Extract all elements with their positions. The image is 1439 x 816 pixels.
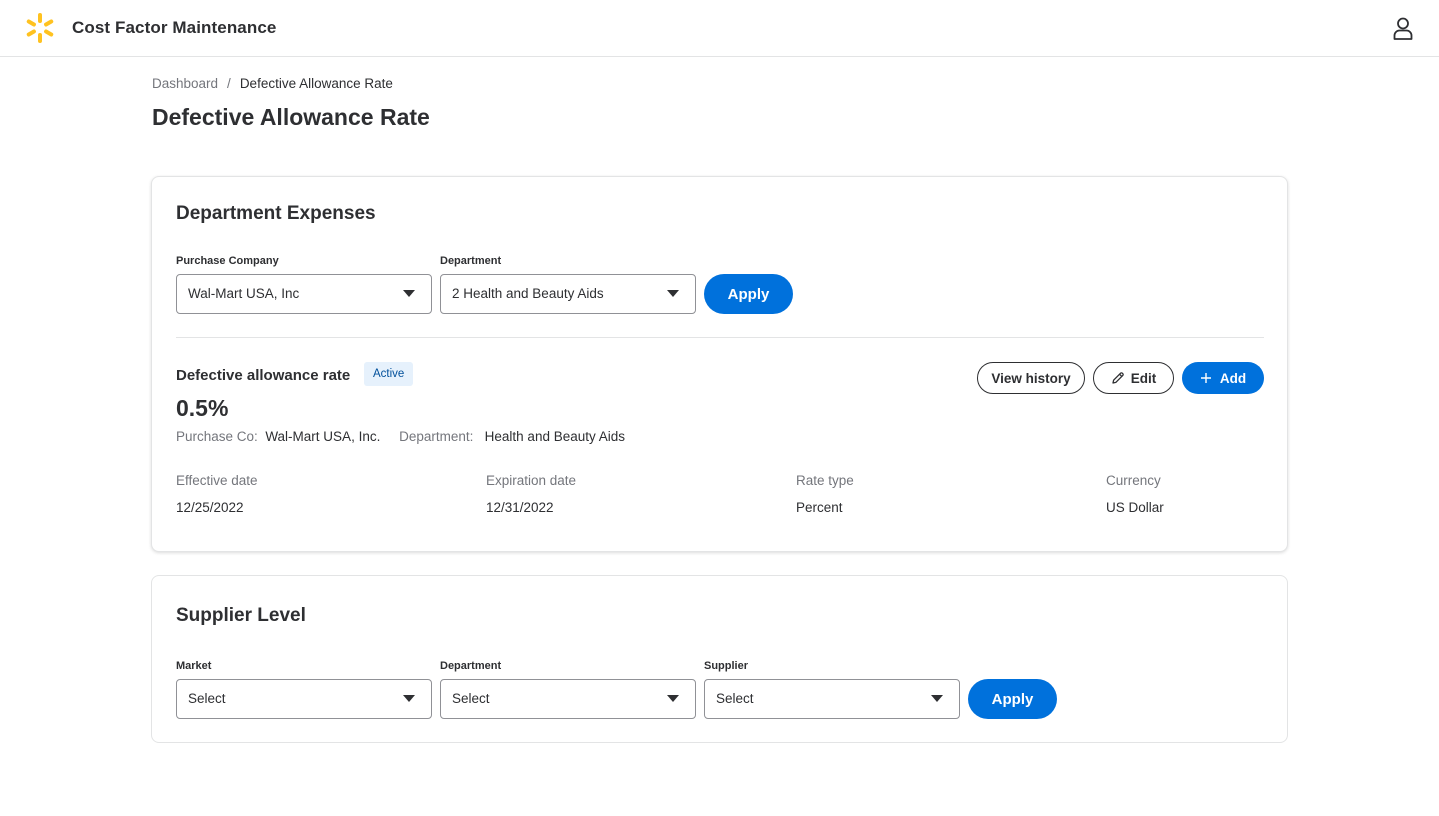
caret-down-icon: [403, 695, 415, 702]
detail-currency: Currency US Dollar: [1106, 473, 1266, 515]
market-select[interactable]: Select: [176, 679, 432, 719]
department-expenses-card: Department Expenses Purchase Company Wal…: [151, 176, 1288, 552]
detail-label: Effective date: [176, 473, 258, 488]
department-apply-button[interactable]: Apply: [704, 274, 793, 314]
top-bar: Cost Factor Maintenance: [0, 0, 1439, 57]
detail-label: Rate type: [796, 473, 854, 488]
rate-meta: Purchase Co: Wal-Mart USA, Inc. Departme…: [176, 429, 625, 444]
page-title: Defective Allowance Rate: [152, 104, 430, 130]
pencil-icon: [1112, 372, 1124, 384]
caret-down-icon: [667, 695, 679, 702]
edit-button[interactable]: Edit: [1093, 362, 1174, 394]
department-value: 2 Health and Beauty Aids: [452, 286, 604, 301]
detail-rate-type: Rate type Percent: [796, 473, 1096, 515]
view-history-button[interactable]: View history: [977, 362, 1085, 394]
meta-department-label: Department:: [399, 429, 474, 444]
detail-value: 12/25/2022: [176, 500, 244, 515]
purchase-co-label: Purchase Co:: [176, 429, 258, 444]
spark-logo-icon[interactable]: [24, 12, 56, 44]
supplier-label: Supplier: [704, 660, 749, 672]
supplier-department-value: Select: [452, 691, 490, 706]
purchase-company-select[interactable]: Wal-Mart USA, Inc: [176, 274, 432, 314]
detail-value: Percent: [796, 500, 843, 515]
detail-effective-date: Effective date 12/25/2022: [176, 473, 476, 515]
rate-value: 0.5%: [176, 395, 229, 421]
market-value: Select: [188, 691, 226, 706]
caret-down-icon: [403, 290, 415, 297]
supplier-apply-button[interactable]: Apply: [968, 679, 1057, 719]
breadcrumb-separator: /: [227, 76, 231, 91]
detail-label: Expiration date: [486, 473, 577, 488]
purchase-co-value: Wal-Mart USA, Inc.: [265, 429, 381, 444]
caret-down-icon: [667, 290, 679, 297]
purchase-company-value: Wal-Mart USA, Inc: [188, 286, 300, 301]
plus-icon: [1200, 373, 1211, 383]
supplier-value: Select: [716, 691, 754, 706]
breadcrumb-dashboard-link[interactable]: Dashboard: [152, 76, 218, 91]
add-button[interactable]: Add: [1182, 362, 1264, 394]
status-badge: Active: [364, 362, 414, 386]
divider: [176, 337, 1264, 338]
detail-value: 12/31/2022: [486, 500, 554, 515]
breadcrumb-current: Defective Allowance Rate: [239, 76, 393, 91]
app-title: Cost Factor Maintenance: [72, 18, 277, 37]
supplier-department-label: Department: [440, 660, 502, 672]
department-expenses-title: Department Expenses: [176, 203, 376, 224]
detail-expiration-date: Expiration date 12/31/2022: [486, 473, 786, 515]
edit-label: Edit: [1130, 370, 1157, 386]
view-history-label: View history: [991, 370, 1071, 386]
breadcrumb: Dashboard / Defective Allowance Rate: [152, 76, 393, 91]
purchase-company-label: Purchase Company: [176, 255, 279, 267]
department-select[interactable]: 2 Health and Beauty Aids: [440, 274, 696, 314]
supplier-level-title: Supplier Level: [176, 605, 306, 626]
supplier-select[interactable]: Select: [704, 679, 960, 719]
department-label: Department: [440, 255, 502, 267]
supplier-level-card: Supplier Level Market Select Department …: [151, 575, 1288, 743]
user-icon[interactable]: [1390, 15, 1416, 41]
rate-title: Defective allowance rate: [176, 367, 351, 384]
detail-value: US Dollar: [1106, 500, 1164, 515]
supplier-department-select[interactable]: Select: [440, 679, 696, 719]
caret-down-icon: [931, 695, 943, 702]
meta-department-value: Health and Beauty Aids: [484, 429, 626, 444]
add-label: Add: [1219, 370, 1247, 386]
market-label: Market: [176, 660, 212, 672]
detail-label: Currency: [1106, 473, 1161, 488]
